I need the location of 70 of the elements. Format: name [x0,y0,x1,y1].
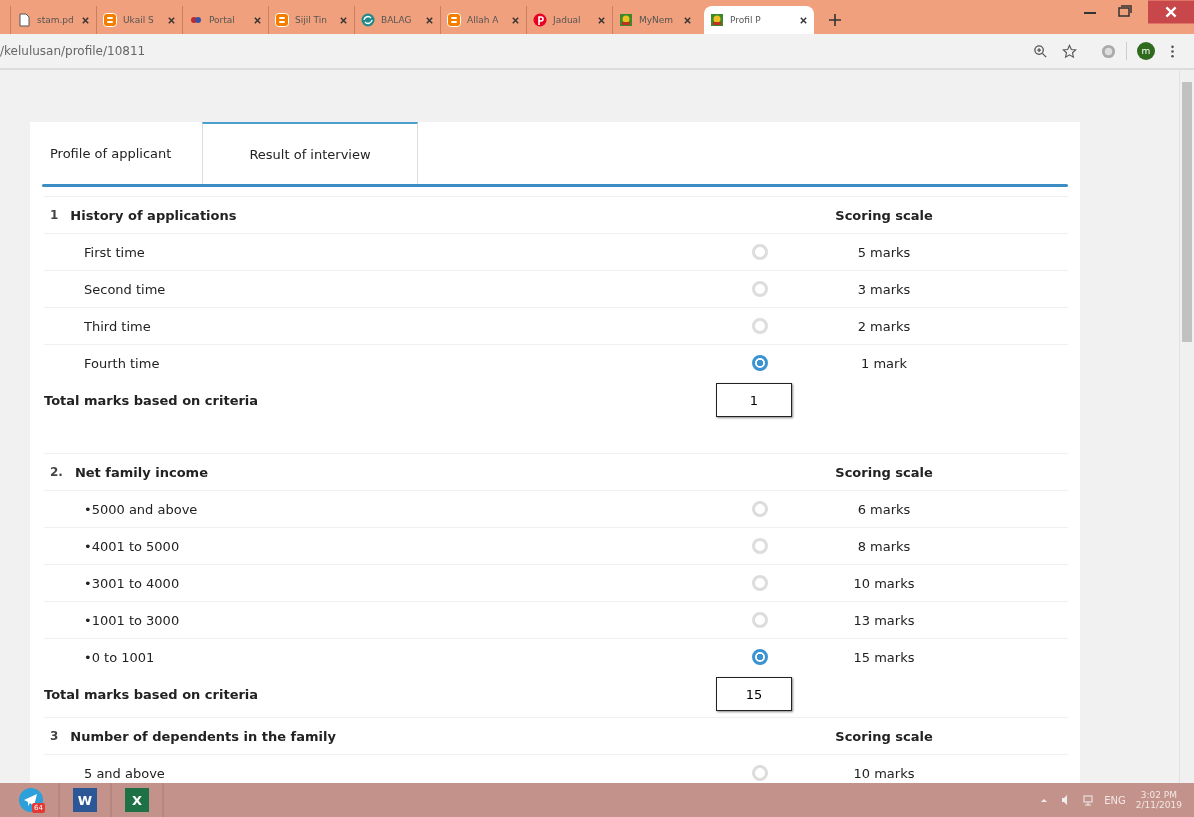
section-title: Net family income [74,464,208,480]
taskbar-app[interactable]: X [112,783,164,817]
pinterest-icon [533,13,547,27]
close-icon[interactable] [253,15,262,25]
marks-text: 5 marks [857,244,911,260]
browser-tab[interactable]: Profil P [704,6,814,34]
option-label: Third time [84,318,151,334]
scrollbar-thumb[interactable] [1182,82,1192,342]
close-icon[interactable] [339,15,348,25]
radio-button[interactable] [752,649,768,665]
option-label: •4001 to 5000 [84,538,180,554]
close-icon[interactable] [597,15,606,25]
crest-icon [710,13,724,27]
option-label: Second time [84,281,166,297]
section-number: 2. [50,465,63,479]
option-label: Fourth time [84,355,160,371]
option-label: 5 and above [84,765,165,781]
crest-icon [619,13,633,27]
column-heading: Scoring scale [835,207,933,223]
marks-text: 13 marks [853,612,915,628]
clock-date[interactable]: 2/11/2019 [1135,800,1182,810]
marks-text: 10 marks [853,575,915,591]
option-label: •1001 to 3000 [84,612,180,628]
column-heading: Scoring scale [835,464,933,480]
document-icon [17,13,31,27]
word-app-icon: W [73,788,97,812]
address-field[interactable]: /kelulusan/profile/10811 [0,37,1091,65]
blogger-icon [447,13,461,27]
option-label: •0 to 1001 [84,649,155,665]
profile-avatar[interactable]: m [1137,42,1155,60]
extension-icon[interactable] [1101,43,1116,59]
taskbar-app[interactable]: W [60,783,112,817]
new-tab-icon[interactable] [828,13,842,27]
total-field: 15 [716,677,792,711]
total-field: 1 [716,383,792,417]
marks-text: 2 marks [857,318,911,334]
globe-icon [361,13,375,27]
marks-text: 1 mark [861,355,907,371]
total-label: Total marks based on criteria [44,686,260,702]
section-title: Number of dependents in the family [70,728,336,744]
column-heading: Scoring scale [835,728,933,744]
excel-app-icon: X [125,788,149,812]
star-icon[interactable] [1062,43,1077,59]
close-icon[interactable] [799,15,808,25]
zoom-icon[interactable] [1033,43,1048,59]
radio-button[interactable] [752,355,768,371]
section-number: 1 [50,208,59,222]
blogger-icon [275,13,289,27]
close-icon[interactable] [683,15,692,25]
option-label: •3001 to 4000 [84,575,180,591]
language-indicator[interactable]: ENG [1104,794,1126,806]
option-label: •5000 and above [84,501,198,517]
blogger-icon [103,13,117,27]
close-icon[interactable] [511,15,520,25]
close-icon[interactable] [425,15,434,25]
section-number: 3 [50,729,59,743]
close-icon[interactable] [167,15,176,25]
marks-text: 10 marks [853,765,915,781]
scrollbar-track[interactable] [1179,70,1194,783]
close-window-icon[interactable] [1148,0,1194,24]
clock-time[interactable]: 3:02 PM [1140,790,1178,800]
close-icon[interactable] [81,15,90,25]
marks-text: 8 marks [857,538,911,554]
page-tab[interactable]: Profile of applicant [30,122,202,184]
option-label: First time [84,244,145,260]
marks-text: 6 marks [857,501,911,517]
section-title: History of applications [70,207,237,223]
marks-text: 15 marks [853,649,915,665]
total-label: Total marks based on criteria [44,392,260,408]
marks-text: 3 marks [857,281,911,297]
